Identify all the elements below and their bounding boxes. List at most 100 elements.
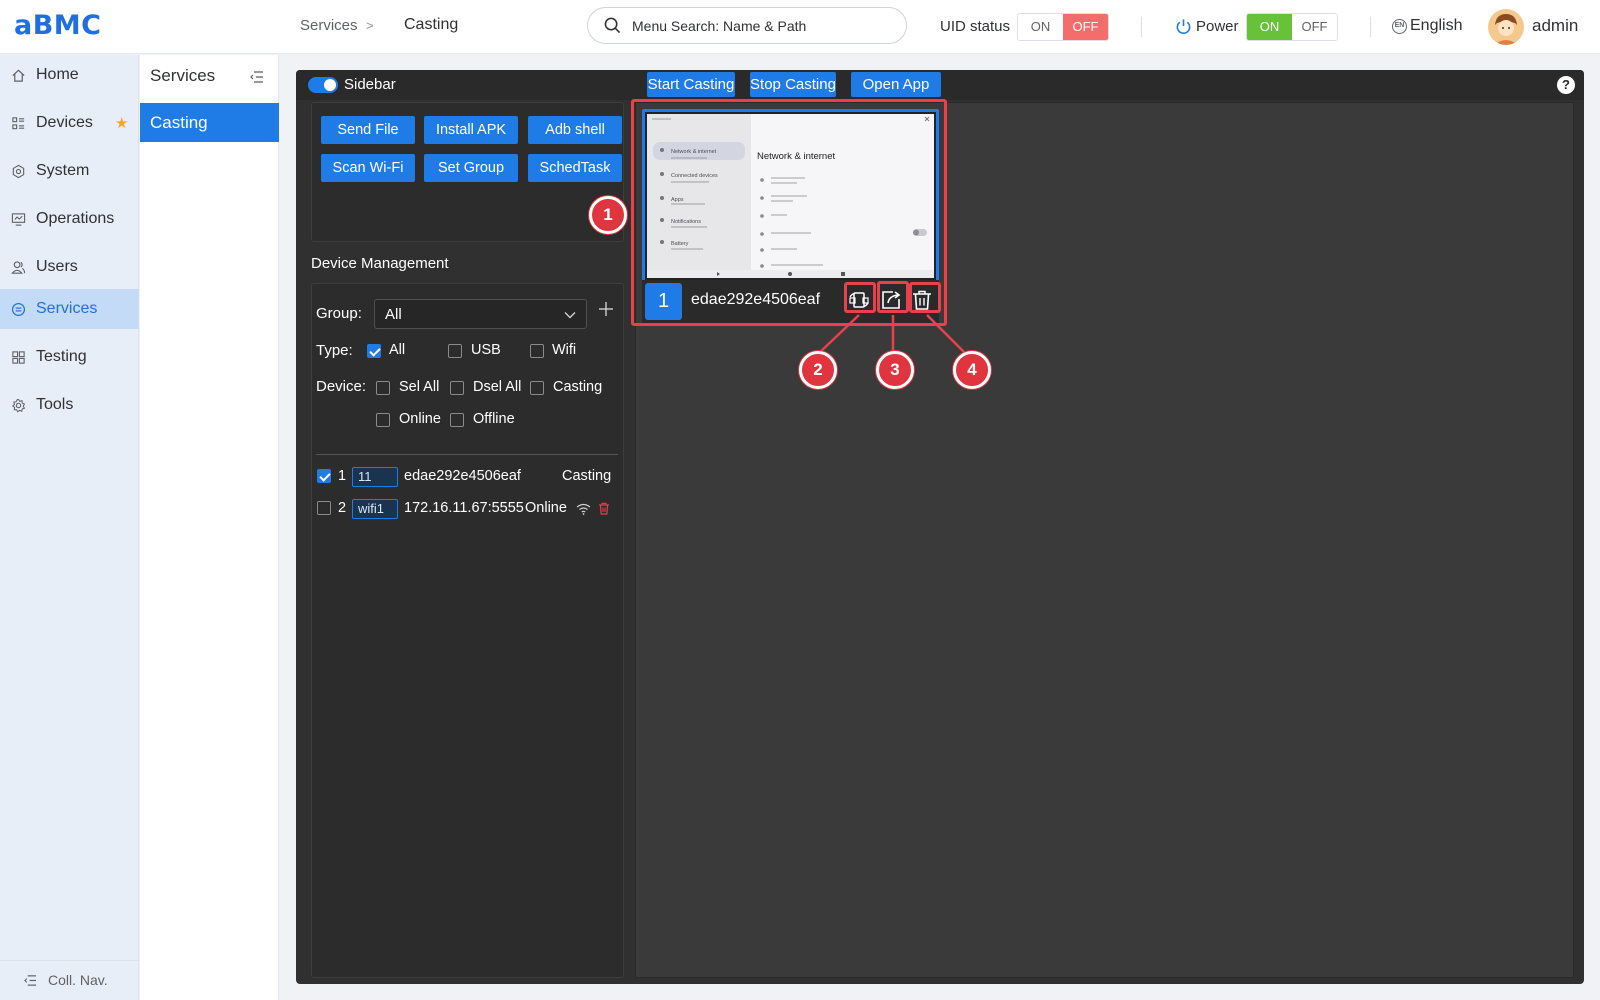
power-switch[interactable]: ON OFF [1246, 13, 1338, 41]
sidebar-toggle[interactable] [308, 77, 338, 93]
avatar[interactable] [1488, 9, 1524, 45]
nav-label: Users [36, 258, 78, 275]
install-apk-button[interactable]: Install APK [424, 116, 518, 144]
favorite-star-icon[interactable]: ★ [115, 114, 128, 132]
system-icon [12, 164, 25, 178]
services-icon [11, 302, 26, 316]
operations-icon [11, 212, 26, 226]
uid-status-switch[interactable]: ON OFF [1017, 13, 1109, 41]
device-management-title: Device Management [311, 255, 449, 272]
device-row-checkbox[interactable] [317, 501, 331, 515]
set-group-button[interactable]: Set Group [424, 154, 518, 182]
device-group-tag: wifi1 [352, 499, 398, 519]
collapse-subnav-icon[interactable] [250, 70, 264, 84]
nav-label: Devices [36, 114, 93, 131]
uid-status-label: UID status [940, 18, 1011, 35]
subnav-item-casting[interactable]: Casting [140, 103, 279, 142]
search-placeholder: Menu Search: Name & Path [632, 18, 807, 34]
deselect-all-checkbox[interactable] [450, 381, 464, 395]
home-icon [12, 69, 25, 82]
user-name[interactable]: admin [1532, 16, 1578, 36]
language-icon: EN [1392, 19, 1407, 34]
nav-label: Operations [36, 210, 115, 227]
power-icon [1176, 19, 1191, 34]
device-row-name[interactable]: 172.16.11.67:5555 [404, 500, 524, 516]
collapse-icon [24, 975, 37, 986]
power-label: Power [1196, 18, 1239, 35]
open-app-button[interactable]: Open App [851, 72, 941, 97]
collapse-nav-label: Coll. Nav. [48, 972, 108, 988]
send-file-button[interactable]: Send File [321, 116, 415, 144]
nav-label: Tools [36, 396, 74, 413]
nav-devices[interactable]: Devices ★ [0, 103, 139, 143]
menu-search-input[interactable]: Menu Search: Name & Path [587, 7, 907, 44]
testing-icon [12, 350, 25, 364]
adb-shell-button[interactable]: Adb shell [528, 116, 622, 144]
nav-users[interactable]: Users [0, 247, 139, 287]
device-row-index: 1 [338, 468, 347, 484]
nav-tools[interactable]: Tools [0, 385, 139, 425]
select-all-checkbox[interactable] [376, 381, 390, 395]
highlight-rotate-icon [844, 282, 876, 313]
group-select[interactable]: All [374, 299, 587, 329]
divider [1141, 17, 1142, 37]
device-management-box: Group: All Type: All USB Wifi Device: Se… [311, 283, 624, 978]
device-row-status: Casting [562, 468, 612, 484]
type-label: Type: [316, 342, 353, 359]
casting-filter-checkbox[interactable] [530, 381, 544, 395]
type-all-checkbox[interactable] [367, 344, 381, 358]
language-selector[interactable]: English [1410, 17, 1462, 35]
offline-filter-label: Offline [473, 411, 515, 427]
type-usb-checkbox[interactable] [448, 344, 462, 358]
top-bar: aBMC Services > Casting Menu Search: Nam… [0, 0, 1600, 54]
group-select-value: All [385, 306, 402, 323]
device-group-tag: 11 [352, 467, 398, 487]
device-panel: Send File Install APK Adb shell Scan Wi-… [306, 102, 624, 978]
nav-services[interactable]: Services [0, 289, 139, 329]
nav-operations[interactable]: Operations [0, 199, 139, 239]
highlight-delete-icon [909, 282, 941, 313]
device-row-name[interactable]: edae292e4506eaf [404, 468, 521, 484]
tools-icon [11, 398, 26, 413]
wifi-icon [576, 503, 591, 515]
nav-home[interactable]: Home [0, 55, 139, 95]
help-icon[interactable]: ? [1557, 76, 1575, 94]
delete-device-icon[interactable] [598, 502, 610, 515]
start-casting-button[interactable]: Start Casting [647, 72, 735, 97]
type-usb-label: USB [471, 342, 501, 358]
sched-task-button[interactable]: SchedTask [528, 154, 622, 182]
casting-filter-label: Casting [553, 379, 603, 395]
action-buttons: Send File Install APK Adb shell Scan Wi-… [311, 102, 624, 242]
breadcrumb-casting: Casting [404, 16, 459, 33]
breadcrumb-separator: > [366, 18, 374, 33]
online-filter-checkbox[interactable] [376, 413, 390, 427]
subnav-title: Services [150, 66, 216, 85]
sidebar-toggle-label: Sidebar [344, 76, 396, 93]
power-off-option[interactable]: OFF [1292, 14, 1337, 40]
breadcrumb-services[interactable]: Services [300, 17, 358, 34]
add-group-icon[interactable] [598, 301, 614, 317]
offline-filter-checkbox[interactable] [450, 413, 464, 427]
nav-label: System [36, 162, 90, 179]
nav-system[interactable]: System [0, 151, 139, 191]
highlight-share-icon [877, 281, 909, 313]
app-logo[interactable]: aBMC [14, 10, 101, 41]
device-row-index: 2 [338, 500, 347, 516]
chevron-down-icon [564, 312, 576, 319]
type-all-label: All [389, 342, 406, 358]
nav-testing[interactable]: Testing [0, 337, 139, 377]
uid-off-option[interactable]: OFF [1063, 14, 1108, 40]
type-wifi-checkbox[interactable] [530, 344, 544, 358]
stop-casting-button[interactable]: Stop Casting [750, 72, 836, 97]
online-filter-label: Online [399, 411, 441, 427]
nav-label: Testing [36, 348, 87, 365]
device-row-checkbox[interactable] [317, 469, 331, 483]
search-icon [604, 17, 621, 34]
nav-label: Home [36, 66, 79, 83]
type-wifi-label: Wifi [552, 342, 577, 358]
collapse-nav-button[interactable]: Coll. Nav. [0, 960, 139, 1000]
scan-wifi-button[interactable]: Scan Wi-Fi [321, 154, 415, 182]
uid-on-option[interactable]: ON [1018, 14, 1063, 40]
power-on-option[interactable]: ON [1247, 14, 1292, 40]
users-icon [11, 260, 26, 274]
